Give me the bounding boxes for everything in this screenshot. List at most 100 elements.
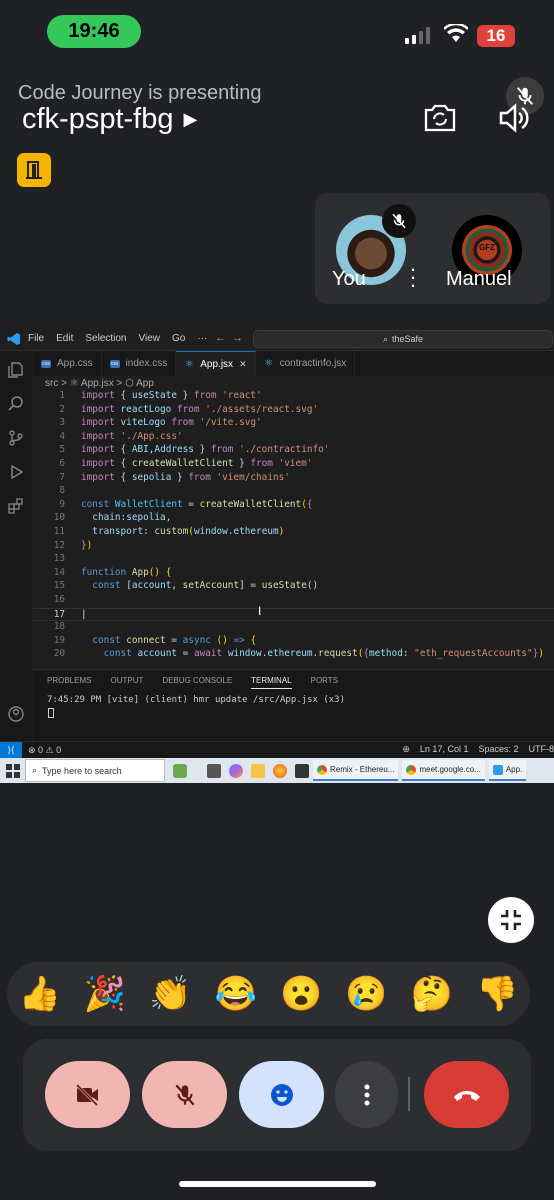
- reaction-surprised[interactable]: 😮: [280, 974, 322, 1014]
- camera-toggle-button[interactable]: [45, 1061, 130, 1128]
- taskbar-search[interactable]: ⌕ Type here to search: [25, 759, 165, 782]
- reaction-thumbs-down[interactable]: 👎: [476, 974, 518, 1014]
- css-file-icon: css: [109, 359, 120, 368]
- firefox-icon[interactable]: [273, 763, 287, 778]
- emoji-button[interactable]: [239, 1061, 324, 1128]
- taskbar-app-remix[interactable]: Remix - Ethereu...: [313, 760, 399, 781]
- cursor-position[interactable]: Ln 17, Col 1: [420, 744, 469, 755]
- file-explorer-icon[interactable]: [251, 763, 265, 778]
- code-line: 14 function App() {: [53, 566, 172, 578]
- collapse-screen-button[interactable]: [488, 897, 534, 943]
- code-line: 2 import reactLogo from './assets/react.s…: [59, 403, 319, 415]
- extensions-icon[interactable]: [7, 497, 25, 515]
- collapse-icon: [501, 910, 521, 930]
- terminal-output: 7:45:29 PM [vite] (client) hmr update /s…: [47, 695, 346, 705]
- css-file-icon: css: [41, 359, 51, 368]
- encoding[interactable]: UTF-8: [529, 744, 554, 755]
- reaction-laugh[interactable]: 😂: [215, 974, 257, 1014]
- panel-tab-terminal[interactable]: TERMINAL: [251, 676, 292, 689]
- panel-tab-problems[interactable]: PROBLEMS: [47, 676, 91, 689]
- react-file-icon: ⚛: [264, 358, 274, 369]
- panel-tab-output[interactable]: OUTPUT: [110, 676, 143, 689]
- menu-go[interactable]: Go: [172, 333, 185, 344]
- source-control-icon[interactable]: [7, 429, 25, 447]
- switch-camera-icon[interactable]: [422, 102, 458, 139]
- reaction-party[interactable]: 🎉: [84, 974, 126, 1014]
- exit-door-icon[interactable]: [17, 153, 51, 187]
- problems-count[interactable]: ⊗ 0 ⚠ 0: [28, 745, 61, 756]
- code-line: 20 const account = await window.ethereum…: [53, 648, 545, 660]
- participant-label-manuel: Manuel: [446, 268, 512, 290]
- tab-label: App.jsx: [200, 358, 234, 370]
- tab-contractinfo-jsx[interactable]: ⚛ contractinfo.jsx: [256, 351, 356, 376]
- tab-label: App.css: [57, 358, 93, 369]
- more-options-icon[interactable]: · · ·: [407, 258, 419, 296]
- home-indicator[interactable]: [179, 1181, 376, 1187]
- menu-more[interactable]: ···: [197, 333, 207, 344]
- code-line: 15 const [account, setAccount] = useStat…: [53, 580, 319, 592]
- hang-up-icon: [453, 1090, 480, 1101]
- copilot-icon[interactable]: [229, 763, 243, 778]
- account-icon[interactable]: [7, 705, 25, 723]
- activity-bar: [0, 351, 32, 756]
- taskbar-app-label: meet.google.co...: [419, 765, 481, 774]
- windows-start-icon[interactable]: [6, 763, 20, 778]
- tab-app-css[interactable]: css App.css: [33, 351, 102, 376]
- taskbar-app-meet[interactable]: meet.google.co...: [402, 760, 485, 781]
- reaction-sad[interactable]: 😢: [345, 974, 387, 1014]
- run-debug-icon[interactable]: [7, 463, 25, 481]
- mic-toggle-button[interactable]: [142, 1061, 227, 1128]
- chrome-icon: [317, 764, 327, 775]
- status-bar: ⟩⟨ ⊗ 0 ⚠ 0 ⊕ Ln 17, Col 1 Spaces: 2 UTF-…: [0, 741, 554, 759]
- zoom-icon[interactable]: ⊕: [402, 744, 410, 755]
- more-vertical-icon: [364, 1084, 369, 1105]
- tab-label: index.css: [125, 358, 168, 369]
- menu-view[interactable]: View: [139, 333, 161, 344]
- task-view-icon[interactable]: [207, 763, 221, 778]
- search-icon[interactable]: [7, 395, 25, 413]
- tab-index-css[interactable]: css index.css: [102, 351, 177, 376]
- camera-off-icon: [75, 1083, 98, 1106]
- close-tab-icon[interactable]: ✕: [239, 359, 247, 370]
- code-line: 11 transport: custom(window.ethereum): [53, 526, 285, 537]
- panel-tab-ports[interactable]: PORTS: [311, 676, 338, 689]
- cellular-signal-icon: [405, 26, 430, 44]
- chrome-icon: [406, 764, 417, 775]
- code-line: 1 import { useState } from 'react': [59, 390, 262, 401]
- indentation[interactable]: Spaces: 2: [478, 744, 518, 755]
- presenting-banner: Code Journey is presenting: [18, 82, 262, 104]
- menu-file[interactable]: File: [28, 333, 44, 344]
- meeting-code[interactable]: cfk-pspt-fbg ▶: [22, 103, 197, 136]
- mic-off-icon: [382, 204, 416, 238]
- nav-arrows-icon[interactable]: ← →: [215, 332, 243, 344]
- search-icon: ⌕: [382, 333, 388, 344]
- taskbar-app-vscode[interactable]: App.: [488, 760, 527, 781]
- more-options-button[interactable]: [335, 1061, 398, 1128]
- panel-tab-debug-console[interactable]: DEBUG CONSOLE: [162, 676, 232, 689]
- code-line: 7 import { sepolia } from 'viem/chains': [59, 471, 290, 483]
- vscode-titlebar: File Edit Selection View Go ··· ← → ⌕ th…: [0, 327, 554, 351]
- explorer-icon[interactable]: [7, 361, 25, 379]
- code-line: 5 import { ABI,Address } from './contract…: [59, 444, 330, 456]
- hang-up-button[interactable]: [424, 1061, 509, 1128]
- video-editor-icon[interactable]: [295, 763, 309, 778]
- reaction-thinking[interactable]: 🤔: [411, 974, 453, 1014]
- taskbar-app-label: Remix - Ethereu...: [330, 765, 395, 774]
- smiley-icon: [270, 1083, 293, 1106]
- command-search[interactable]: ⌕ theSafe: [253, 330, 553, 348]
- breadcrumb[interactable]: src > ⚛ App.jsx > ⬡ App: [45, 378, 154, 389]
- participant-label-you: You: [332, 268, 366, 290]
- chevron-right-icon: ▶: [183, 109, 198, 129]
- reaction-thumbs-up[interactable]: 👍: [19, 974, 61, 1014]
- taskbar-search-placeholder: Type here to search: [42, 765, 122, 776]
- speaker-icon[interactable]: [498, 103, 530, 138]
- remote-icon[interactable]: ⟩⟨: [0, 741, 22, 759]
- menu-edit[interactable]: Edit: [56, 333, 73, 344]
- code-editor[interactable]: 1 import { useState } from 'react' 2 impor…: [33, 390, 554, 666]
- reaction-clap[interactable]: 👏: [149, 974, 191, 1014]
- menu-selection[interactable]: Selection: [85, 333, 126, 344]
- code-line: 12}): [53, 539, 93, 551]
- status-time: 19:46: [47, 15, 141, 48]
- vscode-logo-icon: [0, 327, 28, 351]
- tab-app-jsx[interactable]: ⚛ App.jsx ✕: [176, 351, 256, 376]
